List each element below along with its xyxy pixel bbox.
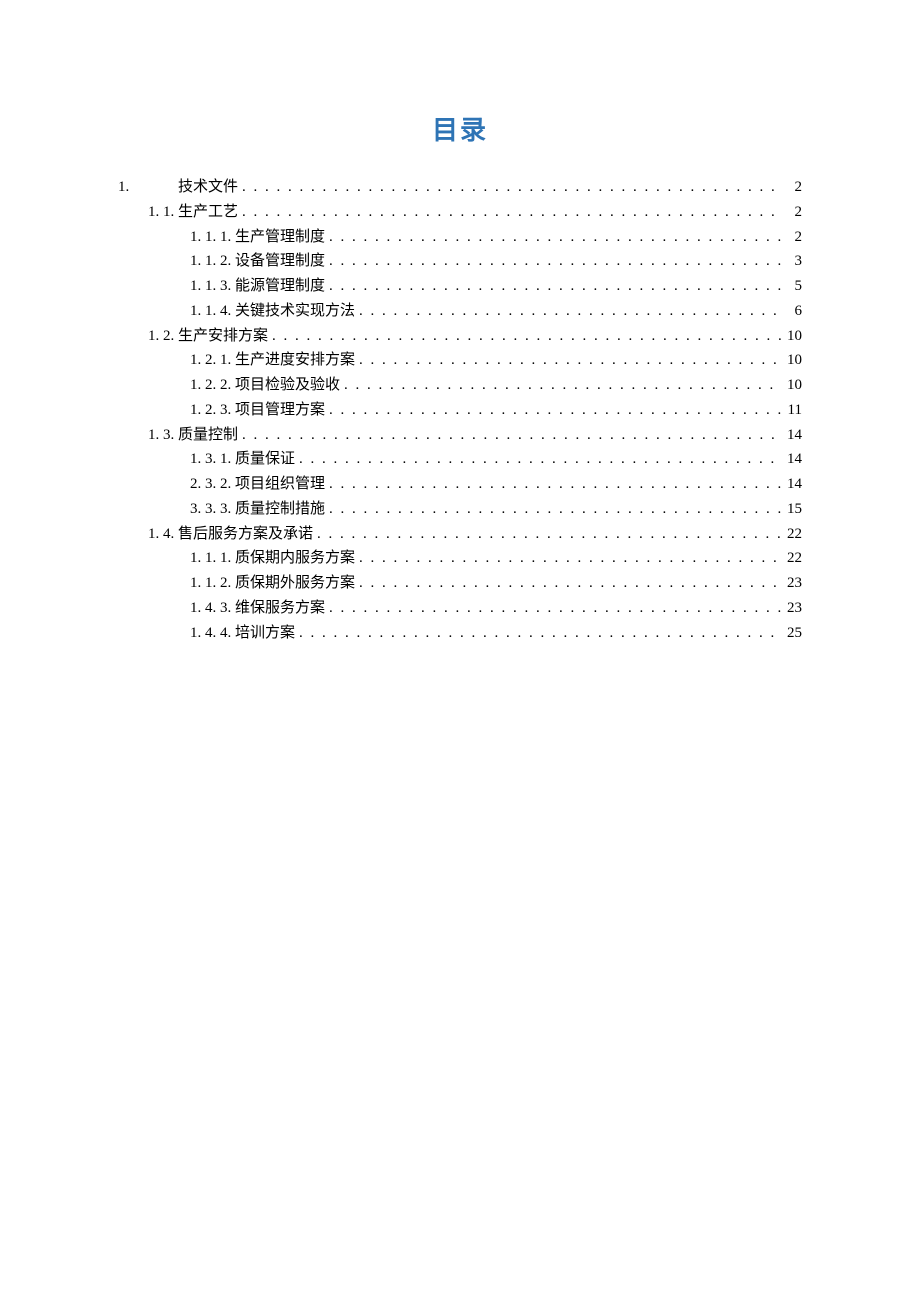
toc-entry[interactable]: 1. 2. 生产安排方案 10 bbox=[118, 324, 802, 349]
toc-entry-text: 1. 4. 4. 培训方案 bbox=[190, 621, 295, 646]
toc-entry-text: 1. 4. 售后服务方案及承诺 bbox=[148, 522, 313, 547]
toc-title: 目录 bbox=[118, 110, 802, 147]
toc-entry[interactable]: 1. 2. 1. 生产进度安排方案 10 bbox=[118, 348, 802, 373]
toc-entry[interactable]: 1. 1. 2. 质保期外服务方案 23 bbox=[118, 571, 802, 596]
toc-entry[interactable]: 1. 3. 1. 质量保证 14 bbox=[118, 447, 802, 472]
toc-entry-page: 14 bbox=[782, 447, 802, 472]
toc-leader-dots bbox=[355, 299, 782, 324]
toc-leader-dots bbox=[238, 175, 782, 200]
toc-entry-number: 1. bbox=[118, 175, 178, 200]
toc-entry[interactable]: 1. 1. 4. 关键技术实现方法 6 bbox=[118, 299, 802, 324]
toc-list: 1.技术文件21. 1. 生产工艺21. 1. 1. 生产管理制度21. 1. … bbox=[118, 175, 802, 645]
toc-leader-dots bbox=[238, 423, 782, 448]
toc-entry[interactable]: 1. 1. 生产工艺 2 bbox=[118, 200, 802, 225]
toc-leader-dots bbox=[325, 249, 782, 274]
toc-entry[interactable]: 1. 4. 3. 维保服务方案 23 bbox=[118, 596, 802, 621]
toc-entry-page: 22 bbox=[782, 522, 802, 547]
toc-entry-page: 23 bbox=[782, 571, 802, 596]
toc-entry-page: 14 bbox=[782, 423, 802, 448]
toc-entry[interactable]: 1. 1. 1. 质保期内服务方案 22 bbox=[118, 546, 802, 571]
toc-leader-dots bbox=[295, 447, 782, 472]
toc-entry-text: 1. 2. 2. 项目检验及验收 bbox=[190, 373, 340, 398]
toc-entry-text: 1. 4. 3. 维保服务方案 bbox=[190, 596, 325, 621]
toc-leader-dots bbox=[325, 472, 782, 497]
toc-entry-page: 2 bbox=[782, 200, 802, 225]
toc-leader-dots bbox=[238, 200, 782, 225]
toc-entry-page: 14 bbox=[782, 472, 802, 497]
toc-leader-dots bbox=[268, 324, 782, 349]
toc-leader-dots bbox=[325, 596, 782, 621]
toc-entry[interactable]: 1.技术文件 2 bbox=[118, 175, 802, 200]
toc-entry-page: 5 bbox=[782, 274, 802, 299]
toc-entry-page: 11 bbox=[782, 398, 802, 423]
toc-entry-text: 1. 3. 质量控制 bbox=[148, 423, 238, 448]
toc-leader-dots bbox=[355, 546, 782, 571]
toc-entry-text: 2. 3. 2. 项目组织管理 bbox=[190, 472, 325, 497]
toc-entry[interactable]: 3. 3. 3. 质量控制措施 15 bbox=[118, 497, 802, 522]
toc-entry-page: 22 bbox=[782, 546, 802, 571]
toc-leader-dots bbox=[340, 373, 782, 398]
toc-entry-text: 1. 2. 生产安排方案 bbox=[148, 324, 268, 349]
toc-entry-text: 1. 2. 3. 项目管理方案 bbox=[190, 398, 325, 423]
toc-entry-page: 15 bbox=[782, 497, 802, 522]
toc-entry-page: 3 bbox=[782, 249, 802, 274]
toc-leader-dots bbox=[325, 225, 782, 250]
toc-leader-dots bbox=[355, 348, 782, 373]
toc-leader-dots bbox=[313, 522, 782, 547]
toc-entry[interactable]: 2. 3. 2. 项目组织管理 14 bbox=[118, 472, 802, 497]
toc-entry-text: 3. 3. 3. 质量控制措施 bbox=[190, 497, 325, 522]
toc-entry-text: 技术文件 bbox=[178, 175, 238, 200]
toc-entry-page: 25 bbox=[782, 621, 802, 646]
toc-entry-page: 6 bbox=[782, 299, 802, 324]
toc-entry-text: 1. 1. 4. 关键技术实现方法 bbox=[190, 299, 355, 324]
toc-leader-dots bbox=[355, 571, 782, 596]
toc-entry[interactable]: 1. 2. 3. 项目管理方案 11 bbox=[118, 398, 802, 423]
toc-entry-page: 10 bbox=[782, 373, 802, 398]
toc-entry-text: 1. 3. 1. 质量保证 bbox=[190, 447, 295, 472]
toc-entry[interactable]: 1. 2. 2. 项目检验及验收 10 bbox=[118, 373, 802, 398]
toc-leader-dots bbox=[325, 274, 782, 299]
toc-entry[interactable]: 1. 4. 4. 培训方案 25 bbox=[118, 621, 802, 646]
toc-leader-dots bbox=[295, 621, 782, 646]
toc-entry-text: 1. 1. 3. 能源管理制度 bbox=[190, 274, 325, 299]
toc-entry-text: 1. 1. 2. 质保期外服务方案 bbox=[190, 571, 355, 596]
toc-entry-text: 1. 2. 1. 生产进度安排方案 bbox=[190, 348, 355, 373]
toc-entry[interactable]: 1. 1. 1. 生产管理制度 2 bbox=[118, 225, 802, 250]
toc-entry[interactable]: 1. 1. 3. 能源管理制度 5 bbox=[118, 274, 802, 299]
toc-entry[interactable]: 1. 3. 质量控制 14 bbox=[118, 423, 802, 448]
toc-leader-dots bbox=[325, 497, 782, 522]
toc-entry-text: 1. 1. 生产工艺 bbox=[148, 200, 238, 225]
toc-entry-page: 2 bbox=[782, 225, 802, 250]
toc-entry-page: 23 bbox=[782, 596, 802, 621]
toc-entry-page: 2 bbox=[782, 175, 802, 200]
toc-entry-page: 10 bbox=[782, 348, 802, 373]
toc-leader-dots bbox=[325, 398, 782, 423]
toc-entry-text: 1. 1. 1. 质保期内服务方案 bbox=[190, 546, 355, 571]
toc-entry[interactable]: 1. 4. 售后服务方案及承诺 22 bbox=[118, 522, 802, 547]
toc-entry-text: 1. 1. 2. 设备管理制度 bbox=[190, 249, 325, 274]
toc-entry-text: 1. 1. 1. 生产管理制度 bbox=[190, 225, 325, 250]
toc-entry[interactable]: 1. 1. 2. 设备管理制度 3 bbox=[118, 249, 802, 274]
toc-entry-page: 10 bbox=[782, 324, 802, 349]
